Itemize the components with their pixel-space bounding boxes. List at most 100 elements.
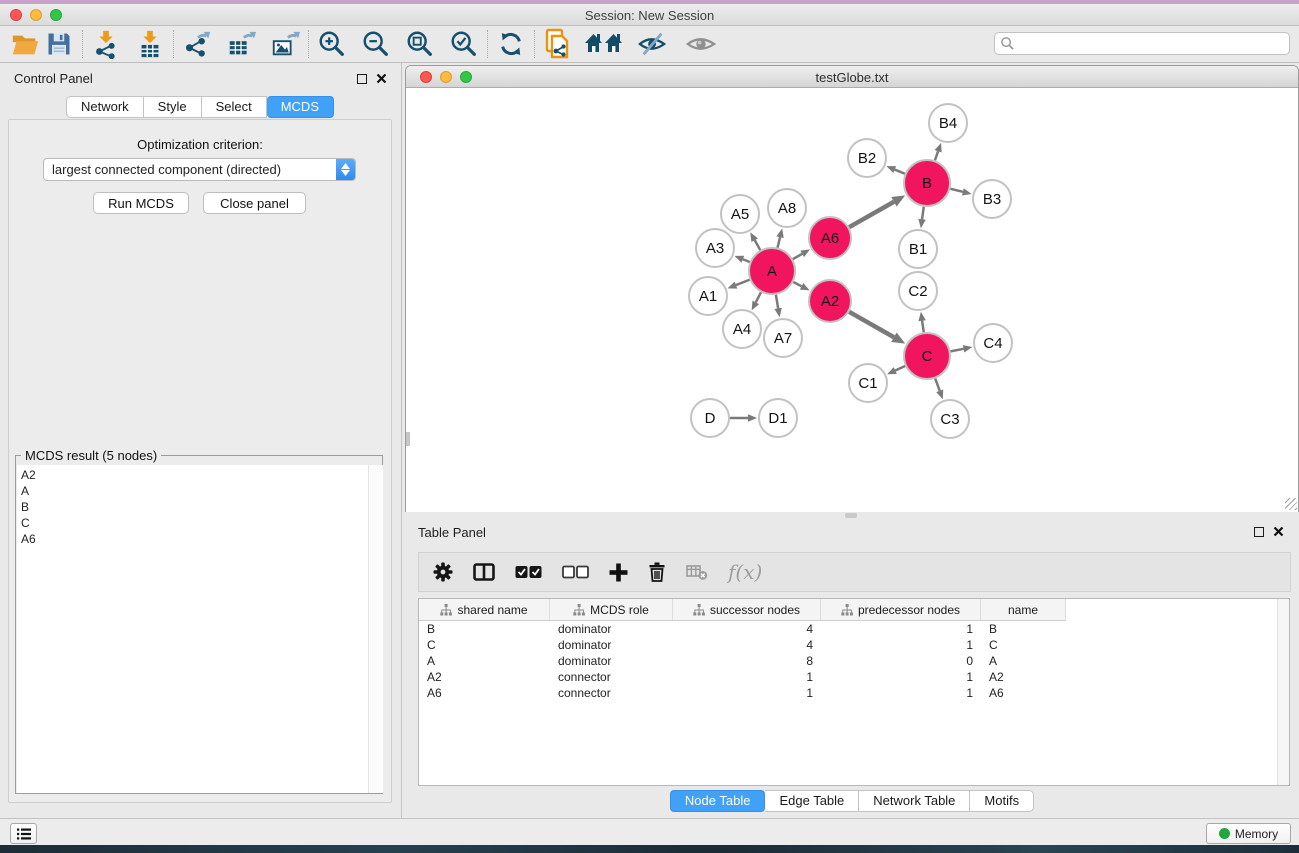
open-session-button[interactable] xyxy=(8,28,42,60)
table-cell[interactable]: 1 xyxy=(821,669,981,685)
edge-A-A4[interactable] xyxy=(756,292,761,302)
edge-B-B2[interactable] xyxy=(895,170,905,174)
close-panel-button[interactable]: Close panel xyxy=(203,192,306,214)
tab-network-table[interactable]: Network Table xyxy=(859,790,970,812)
table-cell[interactable]: 1 xyxy=(673,669,821,685)
edge-B-B3[interactable] xyxy=(950,189,963,192)
edge-A-A5[interactable] xyxy=(755,240,761,250)
search-field[interactable] xyxy=(994,32,1290,55)
tab-select[interactable]: Select xyxy=(202,96,267,118)
column-header-name[interactable]: name xyxy=(981,599,1066,621)
column-header-successor-nodes[interactable]: successor nodes xyxy=(673,599,821,621)
table-cell[interactable]: 1 xyxy=(821,621,981,637)
delete-table-button[interactable] xyxy=(686,563,708,581)
network-window-titlebar[interactable]: testGlobe.txt xyxy=(406,66,1298,88)
select-all-rows-button[interactable] xyxy=(515,565,542,579)
edge-A2-C[interactable] xyxy=(849,312,894,337)
import-table-button[interactable] xyxy=(133,28,167,60)
table-row[interactable]: A2connector11A2 xyxy=(419,669,1289,685)
float-panel-icon[interactable] xyxy=(357,74,367,84)
table-settings-button[interactable] xyxy=(433,562,453,582)
column-header-shared-name[interactable]: shared name xyxy=(419,599,550,621)
tab-node-table[interactable]: Node Table xyxy=(670,790,766,812)
zoom-in-button[interactable] xyxy=(315,28,349,60)
deselect-all-rows-button[interactable] xyxy=(562,565,589,579)
table-cell[interactable]: A6 xyxy=(419,685,550,701)
home-button[interactable] xyxy=(583,28,625,60)
tab-edge-table[interactable]: Edge Table xyxy=(765,790,859,812)
edge-A-A7[interactable] xyxy=(776,295,778,309)
save-session-button[interactable] xyxy=(42,28,76,60)
memory-button[interactable]: Memory xyxy=(1206,823,1291,844)
table-row[interactable]: A6connector11A6 xyxy=(419,685,1289,701)
column-header-predecessor-nodes[interactable]: predecessor nodes xyxy=(821,599,981,621)
table-cell[interactable]: 0 xyxy=(821,653,981,669)
table-cell[interactable]: dominator xyxy=(550,637,673,653)
result-item[interactable]: A2 xyxy=(21,467,383,483)
table-cell[interactable]: A2 xyxy=(981,669,1066,685)
table-cell[interactable]: 4 xyxy=(673,637,821,653)
edge-A-A8[interactable] xyxy=(778,237,780,247)
table-cell[interactable]: B xyxy=(981,621,1066,637)
optimization-criterion-select[interactable]: largest connected component (directed) xyxy=(43,158,356,181)
table-cell[interactable]: A xyxy=(419,653,550,669)
edge-B-B1[interactable] xyxy=(922,207,924,219)
show-columns-button[interactable] xyxy=(473,563,495,581)
panel-divider[interactable] xyxy=(401,63,402,818)
result-item[interactable]: B xyxy=(21,499,383,515)
tab-network[interactable]: Network xyxy=(66,96,144,118)
result-item[interactable]: A xyxy=(21,483,383,499)
close-table-panel-icon[interactable] xyxy=(1273,526,1284,537)
table-cell[interactable]: 1 xyxy=(821,685,981,701)
pane-splitter-handle[interactable] xyxy=(845,513,857,518)
edge-A-A1[interactable] xyxy=(736,280,750,285)
table-cell[interactable]: 8 xyxy=(673,653,821,669)
table-cell[interactable]: 4 xyxy=(673,621,821,637)
column-header-MCDS-role[interactable]: MCDS role xyxy=(550,599,673,621)
result-item[interactable]: C xyxy=(21,515,383,531)
run-mcds-button[interactable]: Run MCDS xyxy=(93,192,189,214)
zoom-out-button[interactable] xyxy=(359,28,393,60)
table-cell[interactable]: dominator xyxy=(550,621,673,637)
edge-C-C2[interactable] xyxy=(922,321,924,333)
table-cell[interactable]: 1 xyxy=(673,685,821,701)
tab-motifs[interactable]: Motifs xyxy=(970,790,1034,812)
table-cell[interactable]: dominator xyxy=(550,653,673,669)
export-table-button[interactable] xyxy=(224,28,258,60)
fit-content-button[interactable] xyxy=(403,28,437,60)
edge-A6-B[interactable] xyxy=(849,202,894,227)
canvas-vertical-scroll-thumb[interactable] xyxy=(406,432,410,446)
table-cell[interactable]: A xyxy=(981,653,1066,669)
network-from-selection-button[interactable] xyxy=(541,28,575,60)
network-graph[interactable]: B4B2BB3A5A8A6A3B1AA1C2A2A4A7C4CC1C3DD1 xyxy=(406,89,1298,512)
edge-C-C3[interactable] xyxy=(935,379,939,391)
tab-mcds[interactable]: MCDS xyxy=(267,96,334,118)
table-row[interactable]: Cdominator41C xyxy=(419,637,1289,653)
apply-layout-button[interactable] xyxy=(494,28,528,60)
edge-B-B4[interactable] xyxy=(935,151,938,160)
table-cell[interactable]: C xyxy=(419,637,550,653)
search-input[interactable] xyxy=(1015,34,1289,53)
edge-C-C1[interactable] xyxy=(895,366,905,371)
add-column-button[interactable] xyxy=(609,563,628,582)
edge-A-A3[interactable] xyxy=(743,259,750,262)
tab-style[interactable]: Style xyxy=(144,96,202,118)
table-row[interactable]: Bdominator41B xyxy=(419,621,1289,637)
edge-A-A2[interactable] xyxy=(793,282,801,286)
edge-C-C4[interactable] xyxy=(951,349,964,352)
export-network-button[interactable] xyxy=(180,28,214,60)
import-network-button[interactable] xyxy=(89,28,123,60)
show-all-button[interactable] xyxy=(681,28,721,60)
zoom-selected-button[interactable] xyxy=(447,28,481,60)
table-cell[interactable]: 1 xyxy=(821,637,981,653)
close-panel-icon[interactable] xyxy=(376,73,387,84)
result-list-scrollbar[interactable] xyxy=(368,465,381,793)
show-task-history-button[interactable] xyxy=(10,823,37,844)
edge-A-A6[interactable] xyxy=(793,254,802,259)
table-cell[interactable]: C xyxy=(981,637,1066,653)
float-table-panel-icon[interactable] xyxy=(1254,527,1264,537)
mcds-result-list[interactable]: A2ABCA6 xyxy=(17,465,383,793)
hide-selected-button[interactable] xyxy=(633,28,673,60)
export-image-button[interactable] xyxy=(268,28,302,60)
window-resize-grip[interactable] xyxy=(1285,498,1297,510)
